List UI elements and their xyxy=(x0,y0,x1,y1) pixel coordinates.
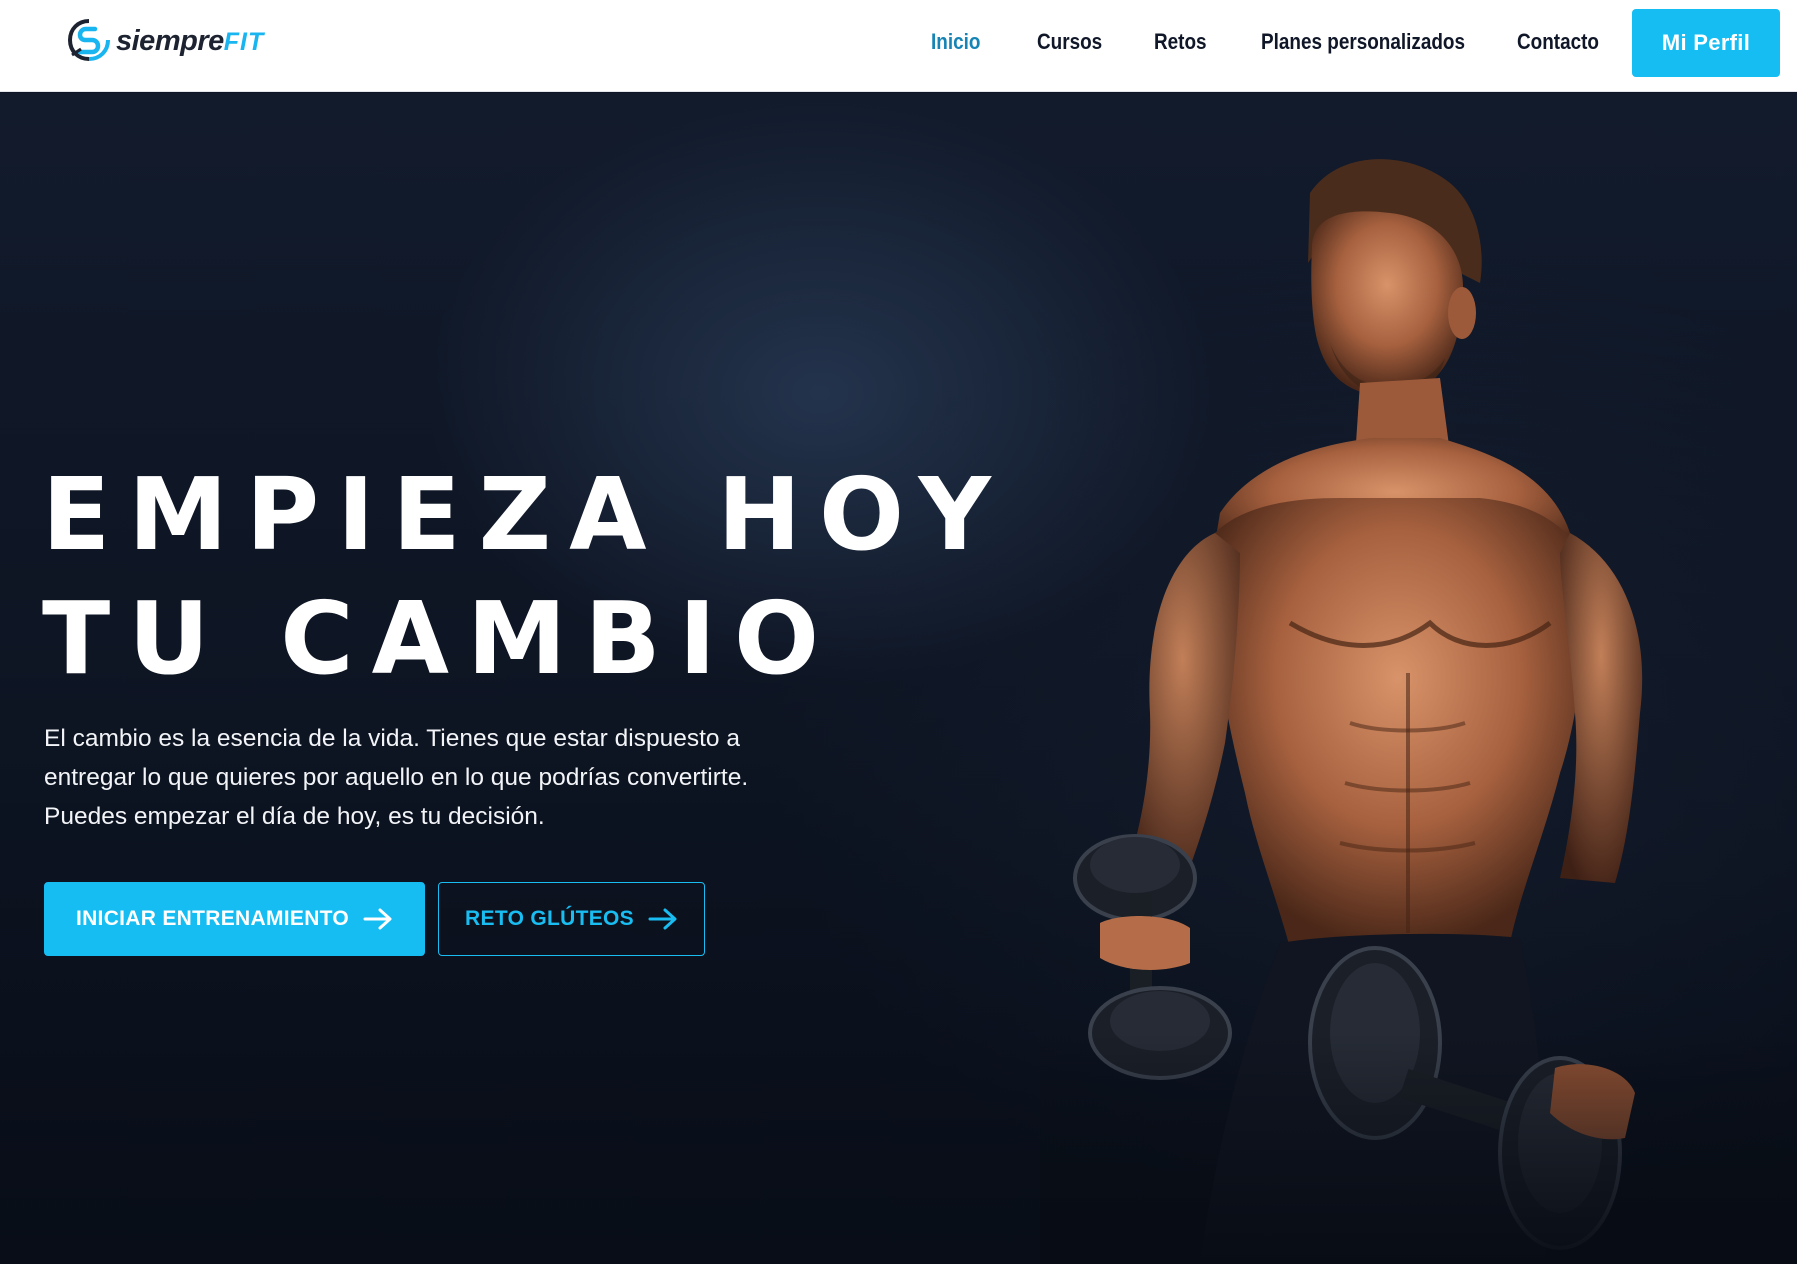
hero-headline: EMPIEZA HOY TU CAMBIO xyxy=(42,453,1009,701)
brand-name-part2: FIT xyxy=(223,27,265,56)
nav-inicio[interactable]: Inicio xyxy=(931,24,980,60)
arrow-right-icon xyxy=(648,908,677,930)
arrow-right-icon xyxy=(363,908,392,930)
brand-wordmark: siempreFIT xyxy=(116,25,264,58)
brand-name-part1: siempre xyxy=(116,24,224,57)
hero-headline-line1: EMPIEZA HOY xyxy=(42,456,1009,573)
hero-headline-line2: TU CAMBIO xyxy=(42,580,837,697)
glute-challenge-label: RETO GLÚTEOS xyxy=(465,907,634,930)
top-navbar: siempreFIT Inicio Cursos Retos Planes pe… xyxy=(0,0,1797,92)
start-training-button[interactable]: INICIAR ENTRENAMIENTO xyxy=(44,882,425,956)
nav-contacto[interactable]: Contacto xyxy=(1517,24,1599,60)
brand-logo-icon xyxy=(67,19,110,61)
glute-challenge-button[interactable]: RETO GLÚTEOS xyxy=(438,882,705,956)
nav-cursos[interactable]: Cursos xyxy=(1037,24,1102,60)
nav-retos[interactable]: Retos xyxy=(1154,24,1207,60)
nav-planes-personalizados[interactable]: Planes personalizados xyxy=(1261,24,1465,60)
brand-logo[interactable]: siempreFIT xyxy=(66,15,264,67)
hero-section: EMPIEZA HOY TU CAMBIO El cambio es la es… xyxy=(0,93,1797,1264)
hero-athlete-image xyxy=(1040,159,1797,1264)
hero-lead-text: El cambio es la esencia de la vida. Tien… xyxy=(44,725,749,830)
start-training-label: INICIAR ENTRENAMIENTO xyxy=(75,907,350,930)
profile-button[interactable]: Mi Perfil xyxy=(1632,9,1780,77)
